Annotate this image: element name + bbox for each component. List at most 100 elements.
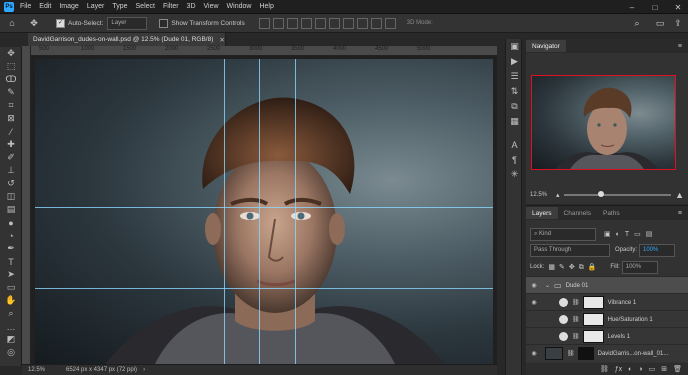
align-top-icon[interactable] <box>300 17 312 29</box>
clone-stamp-tool-icon[interactable]: ⊥ <box>0 164 22 177</box>
shape-tool-icon[interactable]: ▭ <box>0 281 22 294</box>
layer-mask-thumbnail[interactable] <box>582 330 604 343</box>
layer-thumbnail[interactable] <box>545 347 563 360</box>
link-layers-icon[interactable]: ⛓ <box>600 365 609 373</box>
move-tool-icon[interactable]: ✥ <box>28 17 40 29</box>
more-align-icon[interactable] <box>384 17 396 29</box>
guide-line[interactable] <box>35 288 493 289</box>
minimize-icon[interactable]: – <box>624 0 640 14</box>
layer-group-dude-01[interactable]: ◉ ⌄ ▭ Dude 01 <box>526 276 688 294</box>
document-tab[interactable]: DavidGarrison_dudes-on-wall.psd @ 12.5% … <box>28 33 226 46</box>
dodge-tool-icon[interactable]: ◔ <box>0 229 22 242</box>
new-group-icon[interactable]: ▭ <box>649 365 656 373</box>
eyedropper-tool-icon[interactable]: ⁄ <box>0 125 22 138</box>
portrait-photo[interactable] <box>35 59 493 364</box>
layer-hue-saturation[interactable]: ⛓ Hue/Saturation 1 <box>526 310 688 328</box>
glyphs-panel-icon[interactable]: ✳ <box>506 167 523 182</box>
lock-icons[interactable]: ▦✎✥⧉🔒 <box>548 263 600 272</box>
align-left-icon[interactable] <box>258 17 270 29</box>
menu-file[interactable]: File <box>20 3 31 10</box>
layer-name[interactable]: Levels 1 <box>608 334 630 340</box>
more-tools-icon[interactable]: … <box>0 320 22 333</box>
menu-edit[interactable]: Edit <box>39 3 51 10</box>
guide-line[interactable] <box>35 207 493 208</box>
close-tab-icon[interactable]: ✕ <box>219 36 224 44</box>
menu-type[interactable]: Type <box>112 3 127 10</box>
menu-3d[interactable]: 3D <box>187 3 196 10</box>
visibility-eye-icon[interactable]: ◉ <box>529 350 539 357</box>
guide-line[interactable] <box>295 59 296 364</box>
tab-navigator[interactable]: Navigator <box>526 40 566 52</box>
layer-photo[interactable]: ◉ ⛓ DavidGarris...on-wall_01... <box>526 344 688 362</box>
quick-mask-icon[interactable]: ◎ <box>0 346 22 359</box>
lasso-tool-icon[interactable]: ↀ <box>0 73 22 86</box>
tab-channels[interactable]: Channels <box>558 207 597 219</box>
align-bottom-icon[interactable] <box>328 17 340 29</box>
menu-image[interactable]: Image <box>59 3 78 10</box>
navigator-zoom-value[interactable]: 12.5% <box>530 192 556 198</box>
auto-select-dropdown[interactable]: Layer <box>107 16 148 30</box>
home-icon[interactable]: ⌂ <box>6 17 18 29</box>
filter-icons[interactable]: ▣◐T▭▤ <box>604 230 657 238</box>
path-select-tool-icon[interactable]: ➤ <box>0 268 22 281</box>
search-icon[interactable]: ⌕ <box>631 17 643 29</box>
paragraph-panel-icon[interactable]: ¶ <box>506 152 523 167</box>
menu-help[interactable]: Help <box>259 3 273 10</box>
show-transform-checkbox[interactable] <box>159 18 169 28</box>
menu-select[interactable]: Select <box>136 3 155 10</box>
menu-window[interactable]: Window <box>227 3 252 10</box>
chevron-down-icon[interactable]: ⌄ <box>545 282 550 289</box>
zoom-tool-icon[interactable]: ⌕ <box>0 307 22 320</box>
close-icon[interactable]: ✕ <box>670 0 686 14</box>
visibility-eye-icon[interactable]: ◉ <box>529 299 539 306</box>
status-zoom[interactable]: 12.5% <box>28 367 66 373</box>
align-center-icon[interactable] <box>272 17 284 29</box>
zoom-slider[interactable] <box>563 191 672 197</box>
zoom-out-icon[interactable]: ▴ <box>556 191 560 199</box>
canvas-area[interactable] <box>31 56 497 364</box>
properties-panel-icon[interactable]: ☰ <box>506 69 523 84</box>
layer-name[interactable]: Vibrance 1 <box>608 300 637 306</box>
delete-layer-icon[interactable]: 🗑 <box>673 365 682 373</box>
tab-layers[interactable]: Layers <box>526 207 558 219</box>
frame-tool-icon[interactable]: ⊠ <box>0 112 22 125</box>
visibility-eye-icon[interactable]: ◉ <box>529 282 539 289</box>
layer-mask-thumbnail[interactable] <box>582 296 604 309</box>
marquee-tool-icon[interactable]: ⬚ <box>0 60 22 73</box>
workspace-icon[interactable]: ▭ <box>654 17 666 29</box>
actions-panel-icon[interactable]: ▶ <box>506 54 523 69</box>
menu-view[interactable]: View <box>204 3 219 10</box>
gradient-tool-icon[interactable]: ▤ <box>0 203 22 216</box>
color-swatches-icon[interactable]: ◩ <box>0 333 22 346</box>
quick-select-tool-icon[interactable]: ✎ <box>0 86 22 99</box>
pen-tool-icon[interactable]: ✒ <box>0 242 22 255</box>
layer-name[interactable]: DavidGarris...on-wall_01... <box>598 351 669 357</box>
crop-tool-icon[interactable]: ⌗ <box>0 99 22 112</box>
blur-tool-icon[interactable]: ● <box>0 216 22 229</box>
layer-mask-thumbnail[interactable] <box>582 313 604 326</box>
blend-mode-dropdown[interactable]: Pass Through <box>530 243 610 257</box>
auto-select-checkbox[interactable] <box>56 18 65 28</box>
layers-panel-menu-icon[interactable]: ≡ <box>678 210 682 217</box>
type-tool-icon[interactable]: T <box>0 255 22 268</box>
kind-filter-dropdown[interactable]: ⌕ Kind <box>530 227 596 241</box>
align-middle-icon[interactable] <box>314 17 326 29</box>
panel-menu-icon[interactable]: ≡ <box>678 43 682 50</box>
maximize-icon[interactable]: □ <box>647 0 663 14</box>
adjustments-panel-icon[interactable]: ⇅ <box>506 84 523 99</box>
distribute-vertical-icon[interactable] <box>370 17 382 29</box>
layer-name[interactable]: Hue/Saturation 1 <box>608 317 653 323</box>
character-panel-icon[interactable]: A <box>506 137 523 152</box>
zoom-in-icon[interactable]: ▲ <box>675 190 684 200</box>
eraser-tool-icon[interactable]: ◫ <box>0 190 22 203</box>
layer-vibrance[interactable]: ◉ ⛓ Vibrance 1 <box>526 293 688 311</box>
history-panel-icon[interactable]: ▣ <box>506 39 523 54</box>
fx-icon[interactable]: ƒx <box>615 366 622 373</box>
swatches-panel-icon[interactable]: ▦ <box>506 114 523 129</box>
history-brush-tool-icon[interactable]: ↺ <box>0 177 22 190</box>
move-tool-icon[interactable]: ✥ <box>0 47 22 60</box>
distribute-icon[interactable] <box>342 17 354 29</box>
layer-mask-thumbnail[interactable] <box>577 347 594 360</box>
healing-tool-icon[interactable]: ✚ <box>0 138 22 151</box>
layer-levels[interactable]: ⛓ Levels 1 <box>526 327 688 345</box>
